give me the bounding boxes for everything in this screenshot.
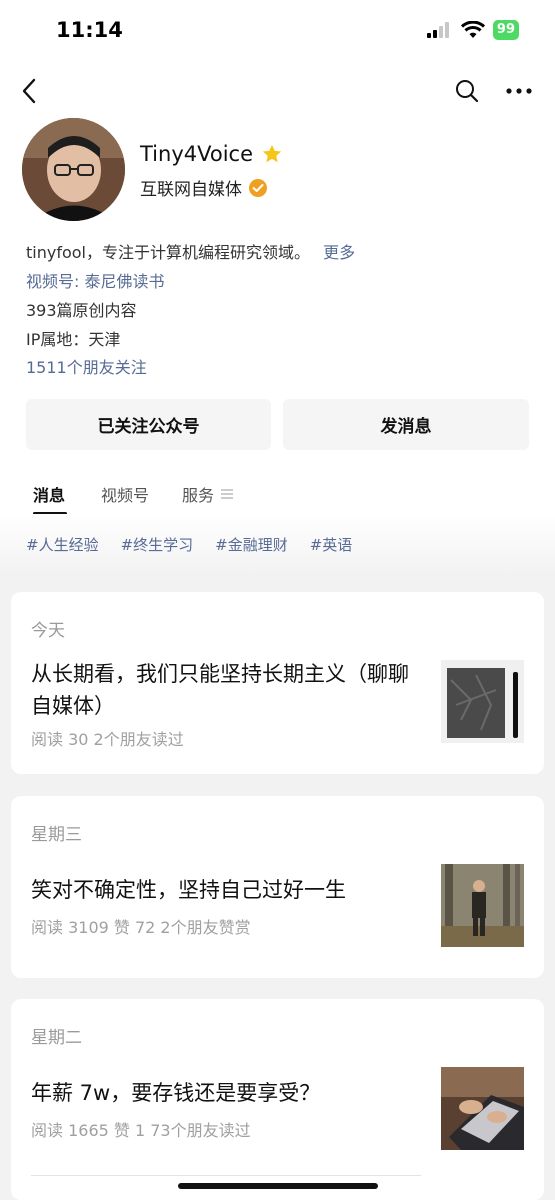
account-name: Tiny4Voice [140,142,253,166]
tag-item[interactable]: #终生学习 [121,534,194,555]
article-date: 星期三 [31,825,82,845]
home-indicator [178,1183,378,1189]
back-arrow-icon [22,78,36,104]
status-bar: 11:14 99 [0,0,555,62]
article-meta: 阅读 3109 赞 72 2个朋友赞赏 [31,918,251,937]
article-thumbnail[interactable] [441,1067,524,1150]
tag-item[interactable]: #金融理财 [215,534,288,555]
battery-indicator: 99 [492,20,519,40]
star-icon [262,144,282,163]
status-icons: 99 [426,20,519,40]
nav-bar [0,62,555,118]
tab-services[interactable]: 服务 [182,482,234,506]
ip-location: IP属地：天津 [26,330,121,349]
tag-item[interactable]: #英语 [310,534,353,555]
tab-messages[interactable]: 消息 [33,482,65,506]
article-card[interactable]: 今天 从长期看，我们只能坚持长期主义（聊聊自媒体） 阅读 30 2个朋友读过 [11,592,544,774]
tab-services-label: 服务 [182,486,215,505]
article-meta: 阅读 30 2个朋友读过 [31,730,184,749]
channel-link[interactable]: 视频号: 泰尼佛读书 [26,272,536,292]
profile-header: Tiny4Voice 互联网自媒体 [22,118,532,226]
back-button[interactable] [14,76,44,106]
wifi-icon [460,21,485,38]
account-type-row: 互联网自媒体 [140,175,268,200]
account-name-row: Tiny4Voice [140,142,283,166]
article-thumbnail[interactable] [441,660,524,743]
send-message-button[interactable]: 发消息 [283,399,529,450]
more-button[interactable] [504,76,534,106]
followed-button[interactable]: 已关注公众号 [26,399,271,450]
article-card[interactable]: 星期二 年薪 7w，要存钱还是要享受？ 阅读 1665 赞 1 73个朋友读过 [11,999,544,1200]
article-title[interactable]: 从长期看，我们只能坚持长期主义（聊聊自媒体） [31,658,411,722]
search-icon [456,80,479,103]
menu-icon [221,489,234,499]
bio-text: tinyfool，专注于计算机编程研究领域。 [26,243,310,262]
search-button[interactable] [452,76,482,106]
verified-badge-icon [249,178,267,197]
article-date: 今天 [31,621,65,641]
tag-item[interactable]: #人生经验 [26,534,99,555]
article-title[interactable]: 笑对不确定性，坚持自己过好一生 [31,874,411,906]
bio-more-link[interactable]: 更多 [323,243,355,262]
account-type: 互联网自媒体 [140,180,242,200]
original-count: 393篇原创内容 [26,301,137,320]
article-thumbnail[interactable] [441,864,524,947]
divider [31,1175,421,1176]
content-tabs: 消息 视频号 服务 [0,470,555,515]
friends-follow-link[interactable]: 1511个朋友关注 [26,358,536,378]
tab-channels[interactable]: 视频号 [101,482,149,506]
tag-list: #人生经验 #终生学习 #金融理财 #英语 [26,534,352,555]
status-time: 11:14 [56,18,123,42]
article-title[interactable]: 年薪 7w，要存钱还是要享受？ [31,1077,411,1109]
article-card[interactable]: 星期三 笑对不确定性，坚持自己过好一生 阅读 3109 赞 72 2个朋友赞赏 [11,796,544,978]
signal-icon [426,22,449,38]
bio-line: tinyfool，专注于计算机编程研究领域。 更多 [26,243,536,263]
article-date: 星期二 [31,1028,82,1048]
more-icon [506,88,532,94]
avatar[interactable] [22,118,125,221]
article-meta: 阅读 1665 赞 1 73个朋友读过 [31,1121,251,1140]
